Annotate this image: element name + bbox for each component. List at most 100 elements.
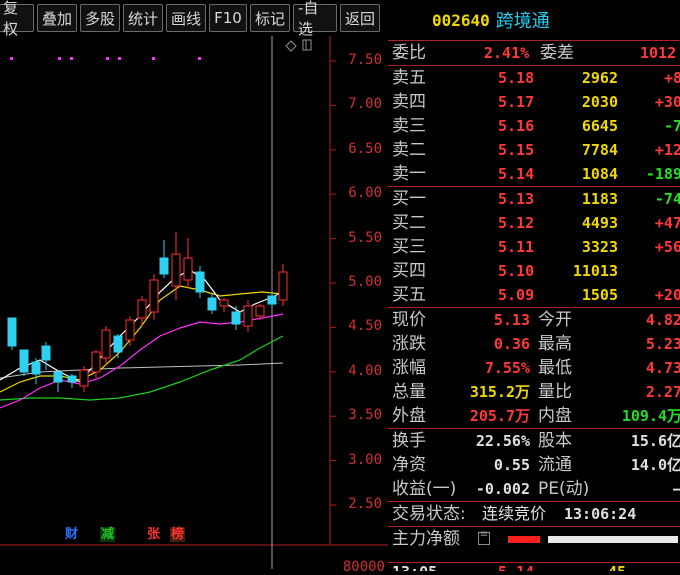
level-price: 5.12 (498, 214, 535, 232)
remove-watchlist-button[interactable]: -自选 (293, 0, 337, 38)
finance-marker[interactable]: 财 (64, 527, 79, 542)
weibi-section: 委比 2.41% 委差 1012 (388, 41, 680, 66)
quote-value: 7.55% (484, 359, 530, 377)
level-label: 卖五 (392, 68, 426, 88)
quote-label: 最高 (538, 334, 572, 354)
price-axis-label: 3.00 (348, 451, 382, 468)
diamond-icon[interactable] (285, 40, 297, 52)
fundamental-value: — (673, 477, 680, 501)
limit-up-marker[interactable]: 张 (146, 527, 161, 542)
level-change: +56 (654, 238, 680, 256)
candle-body (91, 351, 101, 373)
fundamental-label: PE(动) (538, 479, 590, 499)
quote-value: 4.73 (645, 359, 680, 377)
level-price: 5.18 (498, 69, 535, 87)
fundamental-label: 净资 (392, 455, 426, 475)
level-volume: 1183 (581, 190, 618, 208)
price-axis-label: 5.00 (348, 274, 382, 290)
reduce-marker[interactable]: 减 (100, 527, 115, 542)
fundamental-value: 14.0亿 (630, 456, 680, 474)
level-change: -74 (654, 190, 680, 208)
fundamental-row: 收益(一) -0.002 PE(动) — (388, 477, 680, 501)
price-axis-label: 6.00 (348, 185, 382, 202)
fundamental-row: 换手 22.56% 股本 15.6亿 (388, 429, 680, 453)
ask-row[interactable]: 卖四 5.17 2030 +30 (388, 90, 680, 114)
list-icon[interactable]: ≡ (478, 530, 490, 545)
trade-status-time: 13:06:24 (564, 505, 637, 523)
ask-row[interactable]: 卖三 5.16 6645 -7 (388, 114, 680, 138)
level-label: 买一 (392, 189, 426, 209)
ask-row[interactable]: 卖一 5.14 1084 -189 (388, 162, 680, 186)
ask-row[interactable]: 卖二 5.15 7784 +12 (388, 138, 680, 162)
level-volume: 7784 (581, 141, 618, 159)
kline-svg[interactable] (0, 36, 388, 569)
dragon-tiger-marker[interactable]: 榜 (170, 527, 185, 542)
draw-line-button[interactable]: 画线 (166, 4, 206, 32)
overlay-button[interactable]: 叠加 (37, 4, 77, 32)
quote-label: 今开 (538, 310, 572, 330)
price-axis-label: 5.50 (348, 229, 382, 246)
fundamental-value: -0.002 (475, 480, 530, 498)
level-price: 5.17 (498, 93, 535, 111)
quote-label: 内盘 (538, 406, 572, 426)
quote-label: 量比 (538, 382, 572, 402)
chart-toolbar: 复权 叠加 多股 统计 画线 F10 标记 -自选 返回 (0, 0, 388, 38)
mark-button[interactable]: 标记 (250, 4, 290, 32)
candle-body (41, 345, 51, 361)
level-label: 买五 (392, 285, 426, 305)
bid-row[interactable]: 买三 5.11 3323 +56 (388, 235, 680, 259)
f10-button[interactable]: F10 (209, 4, 247, 32)
level-label: 卖一 (392, 164, 426, 184)
top-dots (10, 57, 201, 60)
kline-chart[interactable]: 7.50 7.00 6.50 6.00 5.50 5.00 4.50 4.00 3.50 3.00… (0, 36, 388, 575)
price-axis-label: 7.00 (348, 96, 382, 113)
main-net-label: 主力净额 (392, 529, 460, 549)
fundamental-stats: 换手 22.56% 股本 15.6亿 净资 0.55 流通 14.0亿 收益(一) -0.002 P… (388, 429, 680, 502)
fundamental-value: 22.56% (475, 432, 530, 450)
candle-body (183, 257, 193, 281)
quote-label: 涨幅 (392, 358, 426, 378)
fundamental-label: 收益(一) (392, 479, 457, 499)
stock-header: 002640 跨境通 (388, 0, 680, 41)
quote-row: 现价 5.13 今开 4.82 (388, 308, 680, 332)
level-label: 卖四 (392, 92, 426, 112)
y-ticks (330, 60, 336, 506)
bid-row[interactable]: 买二 5.12 4493 +47 (388, 211, 680, 235)
level-volume: 1084 (581, 165, 618, 183)
level-label: 卖二 (392, 140, 426, 160)
bid-row[interactable]: 买一 5.13 1183 -74 (388, 187, 680, 211)
level-change: +12 (654, 141, 680, 159)
main-net-row: 主力净额 ≡ (388, 527, 680, 551)
back-button[interactable]: 返回 (340, 4, 380, 32)
weicha-value: 1012 (640, 44, 677, 62)
tick-vol: 45 (608, 561, 626, 571)
quote-label: 最低 (538, 358, 572, 378)
level-price: 5.13 (498, 190, 535, 208)
candle-body (125, 319, 135, 341)
candle-body (159, 257, 169, 275)
bid-row[interactable]: 买五 5.09 1505 +20 (388, 283, 680, 307)
quote-label: 总量 (392, 382, 426, 402)
ask-book: 卖五 5.18 2962 +8 卖四 5.17 2030 +30 卖三 5.16 6645 -7 卖二 5… (388, 66, 680, 187)
level-label: 卖三 (392, 116, 426, 136)
trade-status-label: 交易状态: (392, 504, 466, 524)
price-axis-label: 4.50 (348, 318, 382, 335)
window-toggle-icon[interactable] (302, 39, 312, 51)
quote-label: 现价 (392, 310, 426, 330)
level-price: 5.15 (498, 141, 535, 159)
candle-body (7, 317, 17, 347)
candle-body (79, 369, 89, 387)
quote-row: 总量 315.2万 量比 2.27 (388, 380, 680, 404)
candle-body (67, 375, 77, 383)
level-volume: 2962 (581, 69, 618, 87)
level-volume: 1505 (581, 286, 618, 304)
candle-body (195, 271, 205, 293)
candle-body (243, 305, 253, 327)
ask-row[interactable]: 卖五 5.18 2962 +8 (388, 66, 680, 90)
fuquan-button[interactable]: 复权 (0, 0, 34, 38)
stock-code: 002640 (432, 10, 490, 30)
level-label: 买二 (392, 213, 426, 233)
statistics-button[interactable]: 统计 (123, 4, 163, 32)
multi-stock-button[interactable]: 多股 (80, 4, 120, 32)
bid-row[interactable]: 买四 5.10 11013 (388, 259, 680, 283)
